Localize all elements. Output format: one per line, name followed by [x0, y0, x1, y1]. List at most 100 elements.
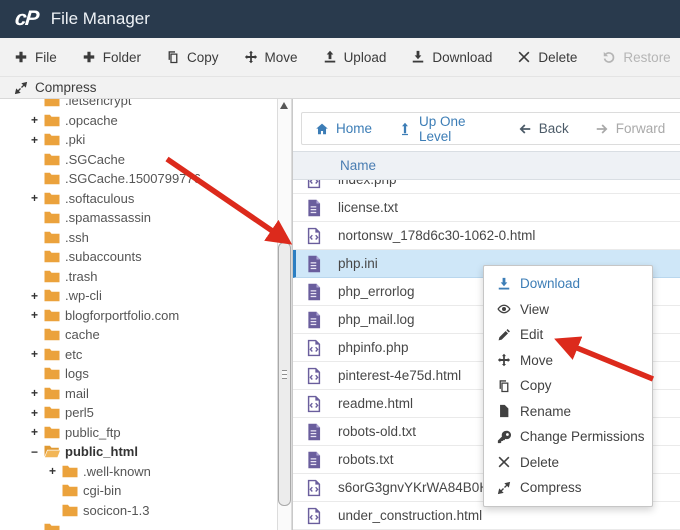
nav-button-back[interactable]: Back — [518, 121, 569, 136]
file-row-nortonsw-178d6c30-1062-0-html[interactable]: nortonsw_178d6c30-1062-0.html — [293, 222, 680, 250]
menu-item-label: Rename — [520, 403, 572, 419]
file-row-license-txt[interactable]: license.txt — [293, 194, 680, 222]
tree-item-etc[interactable]: + etc — [0, 345, 277, 365]
expander-toggle[interactable]: + — [31, 191, 44, 205]
expander-toggle[interactable]: + — [31, 308, 44, 322]
expander-toggle[interactable]: + — [31, 406, 44, 420]
toolbar-button-delete[interactable]: Delete — [517, 50, 577, 65]
tree-item-index-22[interactable] — [0, 520, 277, 530]
toolbar-button-move[interactable]: Move — [244, 50, 298, 65]
expander-toggle[interactable]: + — [49, 464, 62, 478]
x-icon — [517, 50, 531, 64]
doc-icon — [305, 283, 323, 301]
download-icon — [497, 277, 511, 291]
toolbar-button-upload[interactable]: Upload — [323, 50, 386, 65]
tree-item-cache[interactable]: cache — [0, 325, 277, 345]
menu-item-label: View — [520, 301, 550, 317]
expander-toggle[interactable]: + — [31, 386, 44, 400]
key-icon — [497, 430, 511, 444]
tree-item-well-known[interactable]: + .well-known — [0, 462, 277, 482]
folder-label: .spamassassin — [65, 210, 151, 226]
file-name: pinterest-4e75d.html — [338, 368, 462, 383]
toolbar-button-copy[interactable]: Copy — [166, 50, 219, 65]
folder-icon — [62, 484, 83, 497]
expander-toggle[interactable]: + — [31, 347, 44, 361]
tree-item-opcache[interactable]: + .opcache — [0, 111, 277, 131]
nav-button-home[interactable]: Home — [315, 121, 372, 136]
context-menu-item-view[interactable]: View — [484, 297, 652, 323]
toolbar-button-compress[interactable]: Compress — [14, 80, 97, 95]
folder-label: cgi-bin — [83, 483, 122, 499]
tree-item-logs[interactable]: logs — [0, 364, 277, 384]
copy-icon — [497, 379, 511, 393]
tree-item-public-html[interactable]: − public_html — [0, 442, 277, 462]
upload-icon — [323, 50, 337, 64]
tree-item-subaccounts[interactable]: .subaccounts — [0, 247, 277, 267]
tree-item-pki[interactable]: + .pki — [0, 130, 277, 150]
folder-icon — [44, 426, 65, 439]
eye-icon — [497, 302, 511, 316]
menu-item-label: Edit — [520, 327, 544, 343]
tree-item-blogforportfolio-com[interactable]: + blogforportfolio.com — [0, 306, 277, 326]
nav-button-up-one-level[interactable]: Up One Level — [398, 114, 492, 144]
tree-item-wp-cli[interactable]: + .wp-cli — [0, 286, 277, 306]
context-menu-item-download[interactable]: Download — [484, 271, 652, 297]
folder-icon — [44, 348, 65, 361]
uplevel-icon — [398, 122, 412, 136]
folder-icon — [44, 114, 65, 127]
folder-label: .opcache — [65, 112, 118, 128]
tree-item-sgcache[interactable]: .SGCache — [0, 150, 277, 170]
compress-icon — [14, 81, 28, 95]
nav-button-forward[interactable]: Forward — [595, 121, 665, 136]
column-header-label: Name — [340, 158, 377, 173]
tree-item-softaculous[interactable]: + .softaculous — [0, 189, 277, 209]
folder-icon — [44, 192, 65, 205]
folder-icon — [44, 99, 65, 107]
back-icon — [518, 122, 532, 136]
toolbar-button-download[interactable]: Download — [411, 50, 492, 65]
toolbar-button-folder[interactable]: Folder — [82, 50, 141, 65]
scrollbar-thumb[interactable] — [278, 242, 291, 506]
tree-item-letsencrypt[interactable]: .letsencrypt — [0, 99, 277, 111]
file-name: readme.html — [338, 396, 414, 411]
toolbar-button-file[interactable]: File — [14, 50, 57, 65]
app-header: cP File Manager — [0, 0, 680, 38]
tree-item-sgcache-1500799776[interactable]: .SGCache.1500799776 — [0, 169, 277, 189]
file-name: license.txt — [338, 200, 399, 215]
expander-toggle[interactable]: + — [31, 133, 44, 147]
tree-item-mail[interactable]: + mail — [0, 384, 277, 404]
tree-item-cgi-bin[interactable]: cgi-bin — [0, 481, 277, 501]
scroll-up-arrow-icon[interactable] — [280, 102, 288, 109]
column-header-name[interactable]: Name — [293, 151, 680, 180]
context-menu-item-copy[interactable]: Copy — [484, 373, 652, 399]
context-menu-item-compress[interactable]: Compress — [484, 475, 652, 501]
expander-toggle[interactable]: + — [31, 425, 44, 439]
doc-icon — [305, 451, 323, 469]
file-name: robots.txt — [338, 452, 394, 467]
context-menu-item-rename[interactable]: Rename — [484, 399, 652, 425]
tree-item-perl5[interactable]: + perl5 — [0, 403, 277, 423]
expander-toggle[interactable]: + — [31, 113, 44, 127]
tree-item-trash[interactable]: .trash — [0, 267, 277, 287]
context-menu-item-delete[interactable]: Delete — [484, 450, 652, 476]
tree-item-socicon-1-3[interactable]: socicon-1.3 — [0, 501, 277, 521]
doc-icon — [305, 311, 323, 329]
download-icon — [411, 50, 425, 64]
tree-item-public-ftp[interactable]: + public_ftp — [0, 423, 277, 443]
context-menu-item-change-permissions[interactable]: Change Permissions — [484, 424, 652, 450]
tree-item-spamassassin[interactable]: .spamassassin — [0, 208, 277, 228]
folder-icon — [44, 367, 65, 380]
context-menu-item-edit[interactable]: Edit — [484, 322, 652, 348]
expander-toggle[interactable]: − — [31, 445, 44, 459]
folder-icon — [44, 133, 65, 146]
tree-scrollbar[interactable] — [277, 99, 292, 530]
move-icon — [244, 50, 258, 64]
context-menu-item-move[interactable]: Move — [484, 348, 652, 374]
expander-toggle[interactable]: + — [31, 289, 44, 303]
file-row-index-php[interactable]: index.php — [293, 180, 680, 194]
tree-item-ssh[interactable]: .ssh — [0, 228, 277, 248]
folder-label: logs — [65, 366, 89, 382]
home-icon — [315, 122, 329, 136]
folder-icon — [44, 289, 65, 302]
toolbar-button-restore[interactable]: Restore — [602, 50, 671, 65]
